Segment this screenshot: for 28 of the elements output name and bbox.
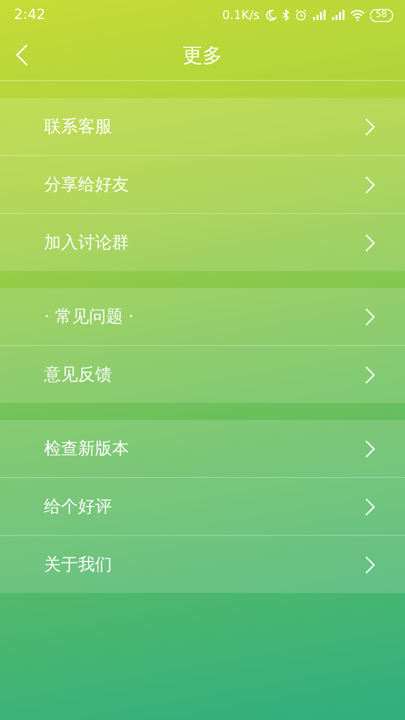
chevron-icon bbox=[365, 498, 375, 516]
menu-item[interactable]: 给个好评 bbox=[0, 478, 405, 536]
battery-level: 58 bbox=[370, 8, 393, 22]
menu-item[interactable]: 意见反馈 bbox=[0, 346, 405, 403]
alarm-icon bbox=[294, 9, 307, 21]
menu-item[interactable]: 联系客服 bbox=[0, 98, 405, 156]
chevron-icon bbox=[365, 308, 375, 326]
back-button[interactable] bbox=[14, 42, 30, 68]
signal-icon bbox=[312, 9, 326, 21]
chevron-icon bbox=[365, 118, 375, 136]
page-title: 更多 bbox=[182, 42, 222, 68]
menu-item[interactable]: 关于我们 bbox=[0, 536, 405, 593]
chevron-icon bbox=[365, 556, 375, 574]
signal-icon bbox=[330, 9, 345, 21]
chevron-icon bbox=[365, 234, 375, 252]
wifi-icon bbox=[350, 9, 365, 21]
menu-item[interactable]: 加入讨论群 bbox=[0, 214, 405, 271]
back-icon bbox=[16, 44, 28, 66]
chevron-icon bbox=[365, 176, 375, 194]
bluetooth-icon bbox=[282, 9, 290, 21]
network-speed: 0.1K/s bbox=[222, 8, 260, 22]
moon-icon bbox=[264, 9, 277, 21]
chevron-icon bbox=[365, 366, 375, 384]
status-time: 2:42 bbox=[14, 7, 46, 23]
menu-item[interactable]: 分享给好友 bbox=[0, 156, 405, 214]
chevron-icon bbox=[365, 440, 375, 458]
menu-item[interactable]: 检查新版本 bbox=[0, 420, 405, 478]
menu-item[interactable]: · 常见问题 · bbox=[0, 288, 405, 346]
